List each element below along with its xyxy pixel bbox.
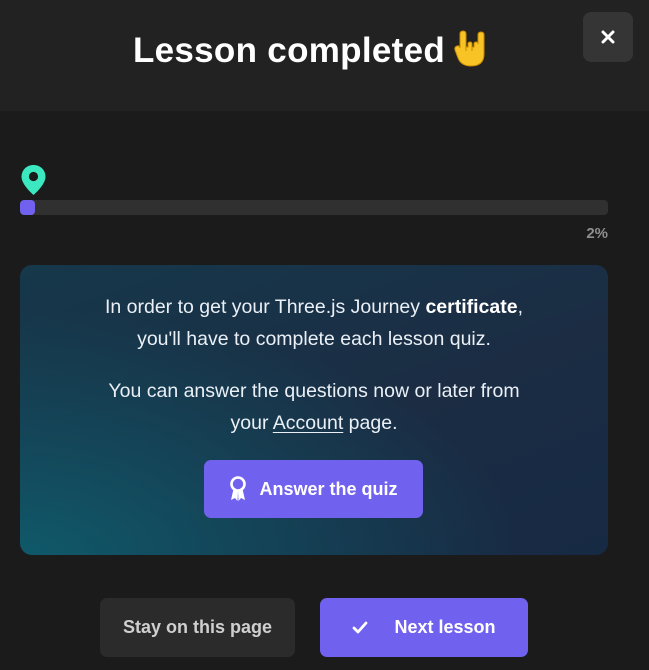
info-line-4: your Account page.	[20, 407, 608, 439]
info-line-3: You can answer the questions now or late…	[108, 380, 520, 402]
map-pin-icon	[20, 164, 47, 201]
info-line-4-suffix: page.	[343, 412, 398, 434]
modal-header: Lesson completed	[0, 0, 649, 111]
certificate-emphasis: certificate	[425, 296, 518, 318]
close-icon	[601, 30, 615, 44]
progress-percent: 2%	[586, 225, 608, 242]
info-line-1-text: In order to get your Three.js Journey	[104, 296, 426, 318]
stay-on-page-button[interactable]: Stay on this page	[100, 598, 295, 657]
stay-on-page-label: Stay on this page	[122, 617, 273, 637]
info-paragraph-1: In order to get your Three.js Journey ce…	[20, 291, 608, 355]
modal-title-text: Lesson completed	[132, 31, 446, 70]
info-paragraph-2: You can answer the questions now or late…	[20, 375, 608, 439]
answer-quiz-button[interactable]: Answer the quiz	[204, 460, 423, 518]
info-line-4-text: your	[230, 412, 273, 434]
certificate-info-card: In order to get your Three.js Journey ce…	[20, 265, 608, 555]
account-link[interactable]: Account	[273, 412, 343, 434]
close-button[interactable]	[583, 12, 633, 62]
info-line-1: In order to get your Three.js Journey ce…	[20, 291, 608, 323]
info-line-1-punct: ,	[517, 296, 524, 318]
rock-hand-emoji-icon	[453, 30, 487, 77]
progress-bar-fill	[20, 200, 35, 215]
award-ribbon-icon	[230, 476, 247, 501]
lesson-completed-modal: Lesson completed 2% In order to get your…	[0, 0, 649, 670]
modal-title: Lesson completed	[0, 30, 620, 77]
next-lesson-button[interactable]: Next lesson	[320, 598, 528, 657]
info-line-2: you'll have to complete each lesson quiz…	[137, 328, 491, 350]
answer-quiz-label: Answer the quiz	[259, 478, 398, 499]
progress-bar	[20, 200, 608, 215]
next-lesson-label: Next lesson	[394, 617, 496, 637]
checkmark-icon	[353, 621, 368, 634]
